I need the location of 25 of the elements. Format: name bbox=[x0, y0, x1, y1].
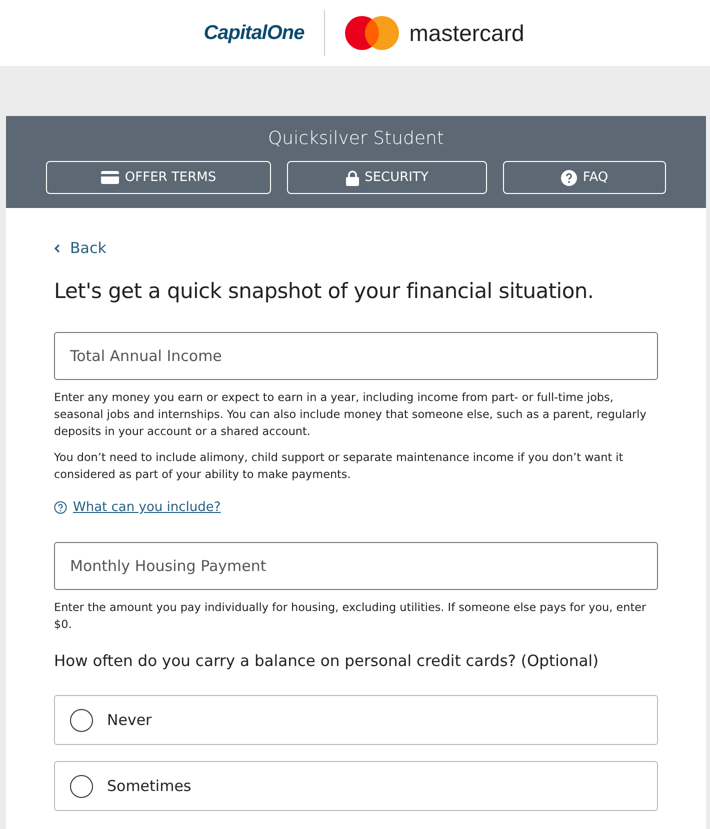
network-logo: mastercard bbox=[409, 20, 524, 46]
help-icon bbox=[54, 501, 67, 514]
input-field[interactable]: Monthly Housing Payment bbox=[54, 542, 658, 590]
radio-option[interactable]: Sometimes bbox=[54, 761, 658, 811]
header-button[interactable]: FAQ bbox=[503, 161, 666, 194]
help-link[interactable]: What can you include? bbox=[73, 500, 221, 515]
radio-option[interactable]: Never bbox=[54, 695, 658, 745]
product-title: Quicksilver Student bbox=[268, 128, 444, 151]
header-button[interactable]: OFFER TERMS bbox=[46, 161, 271, 194]
help-icon bbox=[560, 170, 577, 186]
help-text: Enter any money you earn or expect to earn in a year, including income from part- or full-time jobs, seasonal jobs and internships. You can also include money that someone else, such as a parent, regularly deposits in your account or a shared account. bbox=[54, 390, 648, 440]
question-text: How often do you carry a balance on personal credit cards? (Optional) bbox=[54, 652, 600, 670]
chevron-left-icon bbox=[54, 244, 60, 252]
header-button[interactable]: SECURITY bbox=[287, 161, 487, 194]
circles-logo-icon bbox=[345, 16, 400, 50]
credit-card-icon bbox=[100, 171, 119, 184]
input-field[interactable]: Total Annual Income bbox=[54, 332, 658, 380]
radio-button[interactable] bbox=[70, 708, 93, 732]
help-text: You don’t need to include alimony, child support or separate maintenance income if you don’t want it considered as part of your ability to make payments. bbox=[54, 450, 624, 483]
back-link[interactable]: Back bbox=[54, 238, 658, 258]
issuer-logo: CapitalOne bbox=[204, 22, 304, 44]
radio-button[interactable] bbox=[70, 774, 93, 798]
help-text: Enter the amount you pay individually for housing, excluding utilities. If someone else pays for you, enter $0. bbox=[54, 600, 648, 633]
page-heading: Let's get a quick snapshot of your financial situation. bbox=[54, 279, 595, 303]
lock-icon bbox=[346, 170, 359, 186]
